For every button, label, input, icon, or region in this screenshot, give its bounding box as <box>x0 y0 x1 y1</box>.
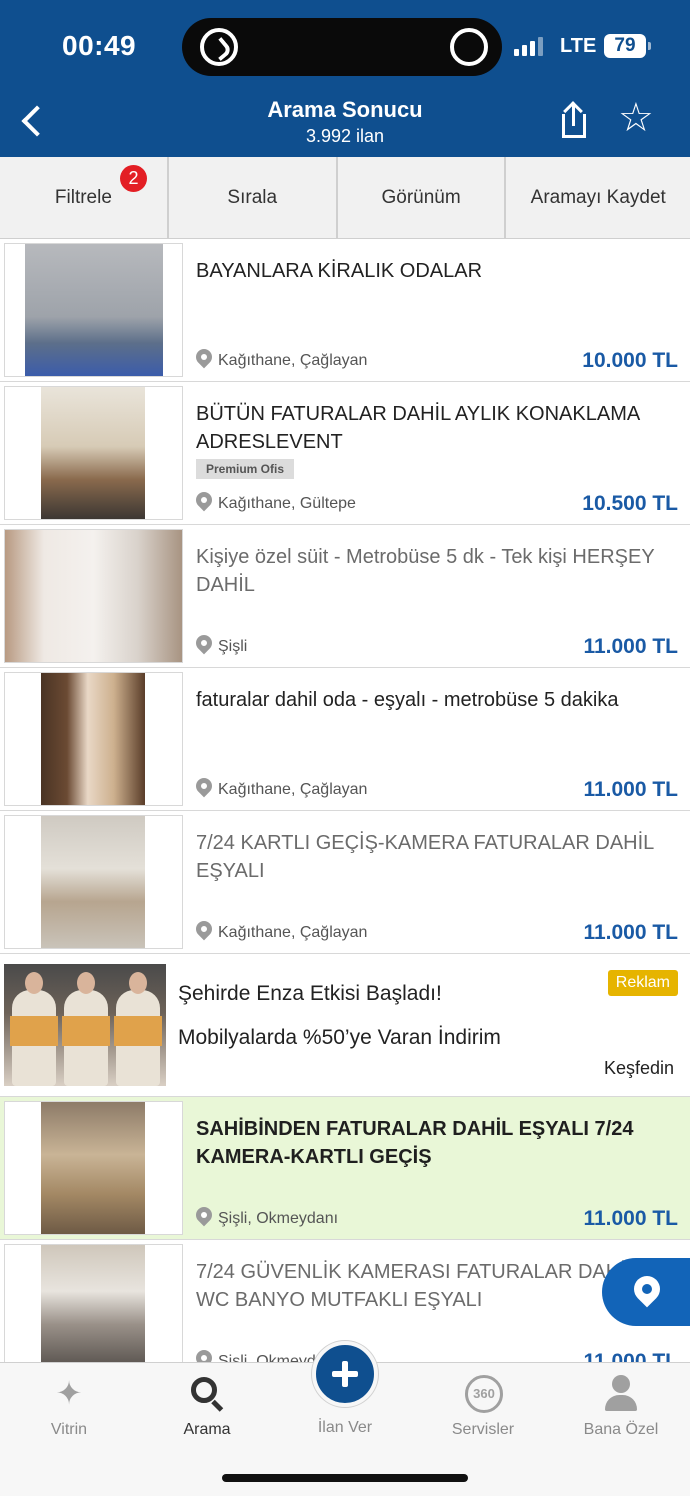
top-bar: 00:49 LTE 79 Arama Sonucu 3.992 ilan ☆ <box>0 0 690 157</box>
listing-location: Kağıthane, Çağlayan <box>218 352 368 369</box>
listing-thumbnail <box>4 1244 183 1378</box>
sort-label: Sırala <box>227 186 278 208</box>
location-pin-icon <box>192 345 216 369</box>
list-item[interactable]: SAHİBİNDEN FATURALAR DAHİL EŞYALI 7/24 K… <box>0 1097 690 1240</box>
nav-arama[interactable]: Arama <box>138 1363 276 1463</box>
filter-count-badge: 2 <box>120 165 147 192</box>
location-pin-icon <box>192 631 216 655</box>
listing-title: SAHİBİNDEN FATURALAR DAHİL EŞYALI 7/24 K… <box>196 1118 634 1168</box>
save-search-label: Aramayı Kaydet <box>530 186 666 208</box>
listing-location: Şişli, Okmeydanı <box>218 1210 339 1227</box>
map-pin-icon <box>628 1270 666 1308</box>
ad-banner[interactable]: Şehirde Enza Etkisi Başladı! Mobilyalard… <box>0 954 690 1097</box>
screen: 00:49 LTE 79 Arama Sonucu 3.992 ilan ☆ F… <box>0 0 690 1496</box>
listing-location: Kağıthane, Gültepe <box>218 495 356 512</box>
listing-title: faturalar dahil oda - eşyalı - metrobüse… <box>196 689 619 711</box>
nav-label: Arama <box>183 1421 231 1438</box>
listing-thumbnail <box>4 529 183 663</box>
plus-icon[interactable] <box>312 1341 378 1407</box>
listing-location: Kağıthane, Çağlayan <box>218 924 368 941</box>
listing-price: 10.000 TL <box>582 349 678 372</box>
search-icon <box>189 1375 225 1412</box>
sparkle-icon: ✦ <box>55 1375 83 1411</box>
listing-title: 7/24 GÜVENLİK KAMERASI FATURALAR DAHİL W… <box>196 1261 637 1311</box>
listing-title: BAYANLARA KİRALIK ODALAR <box>196 260 483 282</box>
nav-bana-ozel[interactable]: Bana Özel <box>552 1363 690 1463</box>
location-pin-icon <box>192 774 216 798</box>
listing-price: 11.000 TL <box>583 778 678 801</box>
dynamic-island <box>182 18 502 76</box>
whatsapp-icon <box>200 28 238 66</box>
nav-vitrin[interactable]: ✦ Vitrin <box>0 1363 138 1463</box>
listing-thumbnail <box>4 386 183 520</box>
sort-button[interactable]: Sırala <box>166 157 336 238</box>
ad-cta-link[interactable]: Keşfedin <box>604 1058 674 1079</box>
location-pin-icon <box>192 1203 216 1227</box>
list-item[interactable]: faturalar dahil oda - eşyalı - metrobüse… <box>0 668 690 811</box>
360-icon: 360 <box>465 1375 503 1413</box>
signal-icon <box>514 36 543 56</box>
listing-price: 11.000 TL <box>583 921 678 944</box>
ad-subtitle: Mobilyalarda %50’ye Varan İndirim <box>178 1026 501 1049</box>
listing-thumbnail <box>4 815 183 949</box>
list-item[interactable]: 7/24 KARTLI GEÇİŞ-KAMERA FATURALAR DAHİL… <box>0 811 690 954</box>
listing-location: Şişli <box>218 638 248 655</box>
listing-title: BÜTÜN FATURALAR DAHİL AYLIK KONAKLAMA AD… <box>196 403 640 453</box>
listing-location: Kağıthane, Çağlayan <box>218 781 368 798</box>
nav-label: Bana Özel <box>583 1421 659 1438</box>
call-indicator-icon <box>450 28 488 66</box>
user-icon <box>603 1375 639 1411</box>
status-time: 00:49 <box>62 30 137 61</box>
home-indicator[interactable] <box>222 1474 468 1482</box>
listing-thumbnail <box>4 243 183 377</box>
listing-list: BAYANLARA KİRALIK ODALAR Kağıthane, Çağl… <box>0 239 690 1383</box>
premium-badge: Premium Ofis <box>196 459 295 479</box>
list-item[interactable]: BAYANLARA KİRALIK ODALAR Kağıthane, Çağl… <box>0 239 690 382</box>
view-button[interactable]: Görünüm <box>335 157 505 238</box>
save-search-button[interactable]: Aramayı Kaydet <box>504 157 690 238</box>
filter-label: Filtrele <box>54 186 112 208</box>
network-label: LTE <box>560 35 597 57</box>
listing-price: 11.000 TL <box>583 635 678 658</box>
ad-title: Şehirde Enza Etkisi Başladı! <box>178 982 442 1005</box>
map-view-button[interactable] <box>602 1258 690 1326</box>
filter-button[interactable]: Filtrele 2 <box>0 157 167 238</box>
location-pin-icon <box>192 917 216 941</box>
nav-label: İlan Ver <box>317 1419 373 1436</box>
listing-title: 7/24 KARTLI GEÇİŞ-KAMERA FATURALAR DAHİL… <box>196 832 654 882</box>
list-item[interactable]: Kişiye özel süit - Metrobüse 5 dk - Tek … <box>0 525 690 668</box>
listing-price: 10.500 TL <box>582 492 678 515</box>
nav-label: Vitrin <box>50 1421 88 1438</box>
location-pin-icon <box>192 488 216 512</box>
listing-title: Kişiye özel süit - Metrobüse 5 dk - Tek … <box>196 546 655 596</box>
share-icon[interactable] <box>560 101 588 138</box>
list-item[interactable]: BÜTÜN FATURALAR DAHİL AYLIK KONAKLAMA AD… <box>0 382 690 525</box>
battery-icon: 79 <box>604 34 651 58</box>
listing-thumbnail <box>4 672 183 806</box>
nav-servisler[interactable]: 360 Servisler <box>414 1363 552 1463</box>
filter-bar: Filtrele 2 Sırala Görünüm Aramayı Kaydet <box>0 157 690 239</box>
listing-price: 11.000 TL <box>583 1207 678 1230</box>
nav-label: Servisler <box>451 1421 515 1438</box>
view-label: Görünüm <box>381 186 461 208</box>
ad-image <box>4 964 166 1086</box>
ad-badge: Reklam <box>607 970 678 996</box>
favorite-search-icon[interactable]: ☆ <box>618 98 658 138</box>
listing-thumbnail <box>4 1101 183 1235</box>
